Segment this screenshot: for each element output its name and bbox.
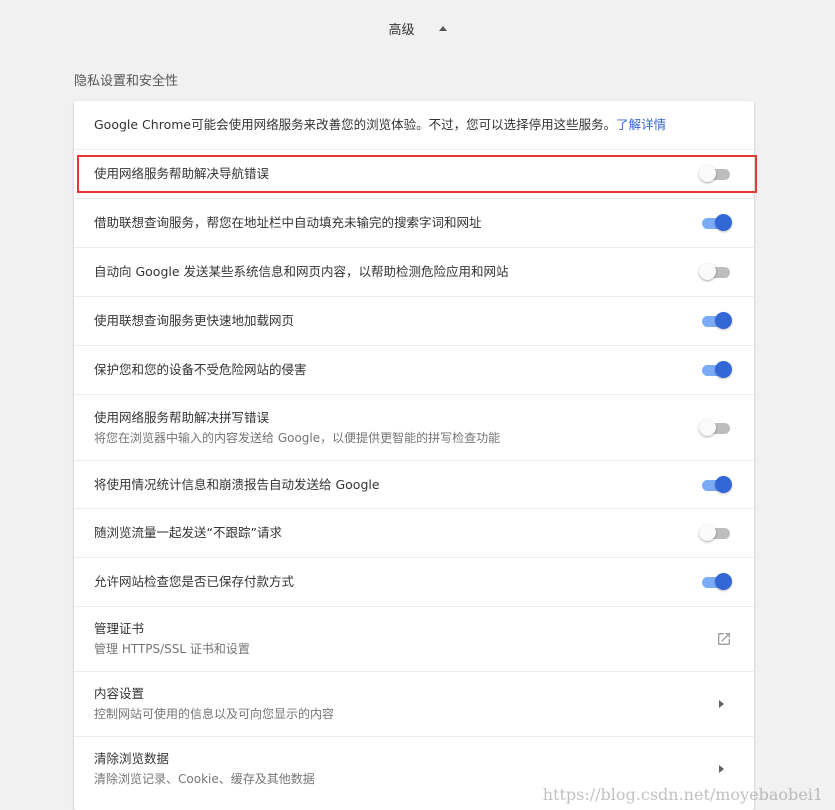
section-title: 隐私设置和安全性 (74, 74, 179, 89)
setting-label: 允许网站检查您是否已保存付款方式 (94, 574, 295, 589)
setting-row-payment-methods[interactable]: 允许网站检查您是否已保存付款方式 (74, 557, 754, 606)
link-row-manage-certificates[interactable]: 管理证书 管理 HTTPS/SSL 证书和设置 (74, 606, 754, 671)
toggle-switch[interactable] (699, 164, 733, 184)
toggle-switch[interactable] (699, 475, 733, 495)
chevron-right-icon (719, 700, 724, 708)
triangle-up-icon (438, 25, 447, 31)
open-in-new-icon[interactable] (716, 631, 732, 647)
link-sublabel: 控制网站可使用的信息以及可向您显示的内容 (94, 707, 335, 721)
setting-row-search-suggestions[interactable]: 借助联想查询服务，帮您在地址栏中自动填充未输完的搜索字词和网址 (74, 198, 754, 247)
link-sublabel: 管理 HTTPS/SSL 证书和设置 (94, 642, 250, 656)
advanced-label: 高级 (388, 22, 415, 38)
setting-label: 使用网络服务帮助解决拼写错误 (94, 409, 270, 425)
setting-row-safe-browsing-reports[interactable]: 自动向 Google 发送某些系统信息和网页内容，以帮助检测危险应用和网站 (74, 247, 754, 296)
link-label: 内容设置 (94, 686, 145, 701)
watermark: https://blog.csdn.net/moyebaobei1 (542, 785, 823, 804)
setting-row-spell-check[interactable]: 使用网络服务帮助解决拼写错误 将您在浏览器中输入的内容发送给 Google，以便… (74, 394, 754, 460)
learn-more-link[interactable]: 了解详情 (616, 117, 666, 132)
setting-label: 自动向 Google 发送某些系统信息和网页内容，以帮助检测危险应用和网站 (94, 264, 509, 279)
chevron-right-icon (719, 764, 724, 773)
link-label: 管理证书 (94, 621, 145, 636)
toggle-switch[interactable] (699, 523, 733, 543)
toggle-switch[interactable] (699, 572, 733, 592)
toggle-switch[interactable] (699, 360, 733, 380)
setting-label: 使用网络服务帮助解决导航错误 (94, 166, 270, 181)
setting-row-prefetch[interactable]: 使用联想查询服务更快速地加载网页 (74, 296, 754, 345)
toggle-switch[interactable] (699, 213, 733, 233)
setting-label: 将使用情况统计信息和崩溃报告自动发送给 Google (94, 476, 380, 492)
toggle-switch[interactable] (699, 262, 733, 282)
setting-sublabel: 将您在浏览器中输入的内容发送给 Google，以便提供更智能的拼写检查功能 (94, 430, 501, 445)
intro-text: Google Chrome可能会使用网络服务来改善您的浏览体验。不过，您可以选择… (94, 116, 666, 134)
advanced-toggle[interactable]: 高级 (0, 0, 835, 56)
setting-label: 使用联想查询服务更快速地加载网页 (94, 313, 295, 328)
toggle-switch[interactable] (699, 418, 733, 438)
setting-row-safe-browsing[interactable]: 保护您和您的设备不受危险网站的侵害 (74, 345, 754, 394)
toggle-switch[interactable] (699, 311, 733, 331)
setting-label: 随浏览流量一起发送“不跟踪”请求 (94, 525, 282, 540)
intro-description: Google Chrome可能会使用网络服务来改善您的浏览体验。不过，您可以选择… (94, 117, 617, 132)
setting-row-usage-stats[interactable]: 将使用情况统计信息和崩溃报告自动发送给 Google (74, 460, 754, 508)
link-label: 清除浏览数据 (94, 750, 170, 766)
setting-label: 保护您和您的设备不受危险网站的侵害 (94, 362, 307, 377)
setting-label: 借助联想查询服务，帮您在地址栏中自动填充未输完的搜索字词和网址 (94, 215, 482, 230)
setting-row-do-not-track[interactable]: 随浏览流量一起发送“不跟踪”请求 (74, 508, 754, 557)
intro-row: Google Chrome可能会使用网络服务来改善您的浏览体验。不过，您可以选择… (74, 101, 754, 149)
setting-row-navigation-errors[interactable]: 使用网络服务帮助解决导航错误 (74, 149, 754, 198)
link-row-content-settings[interactable]: 内容设置 控制网站可使用的信息以及可向您显示的内容 (74, 671, 754, 736)
privacy-settings-card: Google Chrome可能会使用网络服务来改善您的浏览体验。不过，您可以选择… (74, 101, 754, 810)
